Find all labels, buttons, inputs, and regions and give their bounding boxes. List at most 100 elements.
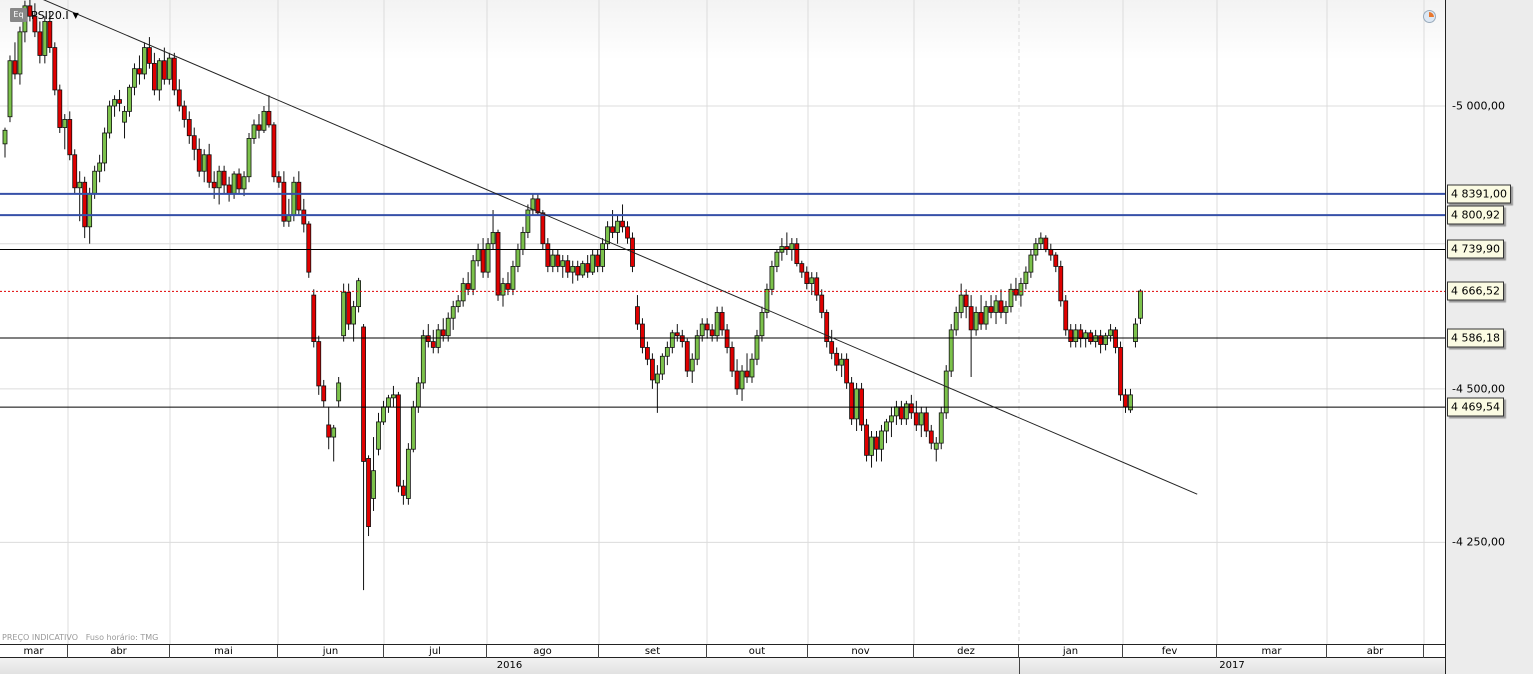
price-level-tag[interactable]: 4 586,18: [1447, 328, 1504, 348]
candle: [824, 309, 830, 348]
candle-body-down: [396, 394, 401, 487]
candle-body-up: [600, 243, 605, 267]
candlestick-chart[interactable]: [0, 0, 1445, 644]
candle: [545, 238, 551, 273]
candle: [336, 376, 342, 407]
candle: [445, 312, 451, 342]
month-label: nov: [808, 645, 914, 658]
candle-body-up: [654, 373, 660, 384]
candle-body-up: [102, 132, 107, 164]
candle-body-up: [550, 254, 556, 267]
candle-body-down: [321, 385, 327, 402]
candle-body-down: [555, 254, 561, 267]
candle: [650, 353, 655, 389]
candle: [1008, 283, 1014, 313]
candle: [122, 106, 127, 139]
candle-body-down: [704, 323, 710, 331]
candle-body-down: [1013, 288, 1019, 296]
price-level-tag[interactable]: 4 800,92: [1447, 205, 1504, 225]
candle-body-down: [316, 341, 322, 387]
candle-body-up: [1023, 271, 1029, 284]
candle: [386, 394, 391, 413]
candle: [844, 353, 850, 389]
price-level-tag[interactable]: 4 469,54: [1447, 397, 1504, 417]
candle: [326, 406, 332, 450]
symbol-label[interactable]: PSI20.I: [31, 9, 69, 22]
clock-icon[interactable]: [1423, 10, 1436, 23]
candle: [570, 260, 576, 284]
candle-body-down: [928, 430, 934, 444]
eq-icon[interactable]: Eq: [10, 8, 27, 22]
candle: [1083, 329, 1089, 348]
month-label: mar: [0, 645, 68, 658]
candle: [704, 318, 710, 339]
candle: [82, 176, 88, 239]
candle-body-up: [699, 323, 705, 337]
candle: [968, 295, 974, 377]
candle: [684, 338, 690, 377]
candle: [410, 400, 416, 453]
candle: [938, 406, 944, 450]
candle: [201, 149, 207, 183]
month-label: abr: [1327, 645, 1424, 658]
candle: [12, 42, 18, 80]
candle: [251, 119, 257, 144]
candle: [933, 437, 939, 462]
candle: [918, 406, 924, 438]
candle-body-up: [201, 154, 207, 172]
candle: [1058, 260, 1064, 307]
candle-body-up: [938, 412, 944, 444]
month-label: jun: [278, 645, 384, 658]
candle: [635, 295, 640, 330]
candle-body-down: [1088, 332, 1094, 342]
price-level-tag[interactable]: 4 666,52: [1447, 281, 1504, 301]
candle-body-down: [645, 347, 650, 360]
candle: [640, 318, 645, 354]
candle: [973, 306, 979, 336]
candle-body-up: [42, 21, 48, 56]
candle: [1038, 232, 1044, 250]
candle: [400, 479, 406, 505]
candle-body-up: [1018, 283, 1024, 296]
candle: [221, 165, 227, 194]
candle: [605, 221, 610, 250]
candle-body-down: [181, 105, 187, 120]
year-label: 2016: [0, 658, 1020, 674]
candle: [495, 229, 501, 301]
candle: [510, 260, 516, 296]
candle: [948, 324, 954, 377]
timezone-note: Fuso horário: TMG: [85, 633, 159, 642]
symbol-selector[interactable]: Eq PSI20.I ▼: [10, 8, 79, 22]
caret-down-icon[interactable]: ▼: [73, 11, 79, 20]
candle: [943, 365, 949, 419]
candle: [236, 168, 242, 194]
candle: [351, 300, 357, 342]
trendline: [42, 0, 1198, 495]
candle-body-down: [256, 124, 262, 131]
candle-body-up: [1008, 288, 1014, 308]
candle-body-up: [291, 181, 297, 217]
candle-body-up: [216, 170, 222, 189]
candle: [580, 260, 586, 278]
candle: [181, 100, 187, 128]
candle-body-up: [286, 215, 292, 222]
price-level-tag[interactable]: 4 739,90: [1447, 239, 1504, 259]
candle: [530, 193, 536, 216]
candle-body-down: [1123, 394, 1128, 408]
candle-body-down: [176, 89, 182, 107]
candle: [132, 63, 137, 96]
candle-body-up: [689, 358, 695, 372]
candle-body-up: [759, 312, 765, 337]
candle: [1018, 277, 1024, 307]
candle-body-down: [366, 458, 371, 528]
candle: [286, 198, 292, 227]
candle-body-up: [455, 300, 461, 308]
candle: [520, 226, 526, 256]
candle-body-up: [615, 220, 620, 233]
candle-body-down: [988, 306, 994, 313]
candle-body-down: [211, 181, 217, 189]
candle: [794, 238, 800, 267]
candle: [749, 353, 755, 383]
price-level-tag[interactable]: 4 8391,00: [1447, 184, 1511, 204]
candle: [266, 95, 272, 128]
